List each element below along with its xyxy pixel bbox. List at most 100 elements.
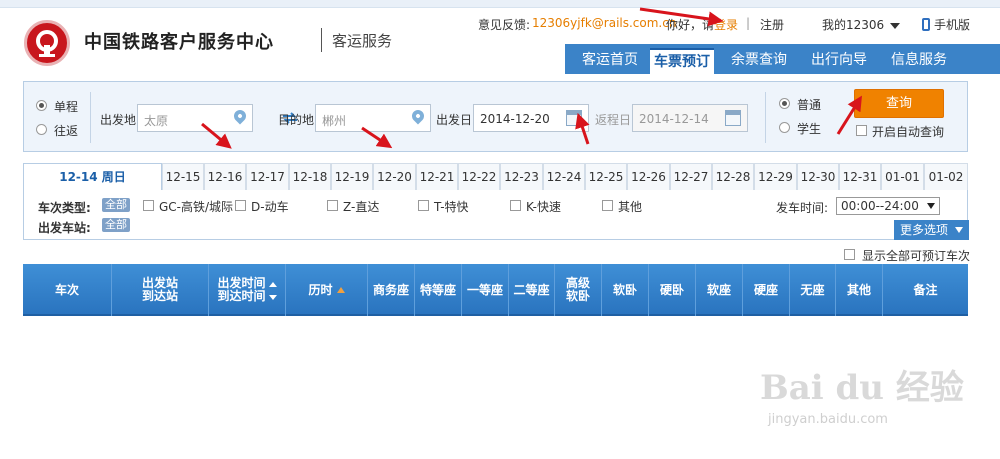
- sort-asc-icon[interactable]: [268, 282, 277, 287]
- ticket-student-radio[interactable]: [779, 122, 790, 133]
- chevron-down-icon: [955, 227, 963, 233]
- mobile-link[interactable]: 手机版: [922, 16, 970, 33]
- date-tab[interactable]: 12-14 周日: [23, 163, 162, 191]
- date-tab[interactable]: 12-30: [797, 163, 839, 190]
- filter-t-checkbox[interactable]: [418, 200, 429, 211]
- filter-d-checkbox[interactable]: [235, 200, 246, 211]
- date-tab[interactable]: 12-15: [162, 163, 204, 190]
- filter-other-checkbox[interactable]: [602, 200, 613, 211]
- filter-t-label: T-特快: [434, 200, 469, 214]
- date-tab[interactable]: 12-19: [331, 163, 373, 190]
- col-depart-time-text: 出发时间: [217, 276, 266, 290]
- date-tab[interactable]: 12-26: [627, 163, 670, 190]
- to-label: 目的地: [278, 113, 315, 127]
- col-deluxe-2: 软卧: [565, 289, 590, 303]
- calendar-icon[interactable]: [566, 110, 582, 126]
- station-all-tag[interactable]: 全部: [102, 218, 130, 232]
- col-no-seat: 无座: [789, 264, 835, 316]
- date-tab[interactable]: 12-24: [543, 163, 585, 190]
- chevron-down-icon: [890, 22, 901, 29]
- show-all-label: 显示全部可预订车次: [862, 249, 971, 263]
- location-pin-icon[interactable]: [409, 107, 427, 125]
- date-tab[interactable]: 12-21: [416, 163, 458, 190]
- auto-query-checkbox[interactable]: [856, 125, 867, 136]
- date-tab[interactable]: 12-17: [246, 163, 289, 190]
- date-tab[interactable]: 12-23: [500, 163, 543, 190]
- date-tab[interactable]: 12-22: [458, 163, 500, 190]
- col-duration[interactable]: 历时: [285, 264, 367, 316]
- feedback-label: 意见反馈:: [478, 18, 531, 32]
- filter-gc-checkbox[interactable]: [143, 200, 154, 211]
- result-table-header: 车次 出发站 到达站 出发时间 到达时间 历时 商务座 特等座 一等座 二等座 高级…: [23, 264, 968, 316]
- filter-k-checkbox[interactable]: [510, 200, 521, 211]
- depart-time-select[interactable]: 00:00--24:00: [836, 197, 940, 215]
- register-link[interactable]: 注册: [760, 16, 784, 33]
- col-duration-text: 历时: [308, 282, 333, 297]
- phone-icon: [922, 18, 930, 31]
- date-tab[interactable]: 01-02: [924, 163, 968, 190]
- nav-home[interactable]: 客运首页: [571, 48, 649, 74]
- login-link[interactable]: 登录: [714, 16, 738, 33]
- main-nav: 客运首页 车票预订 余票查询 出行向导 信息服务: [565, 44, 1000, 74]
- divider: [90, 92, 91, 143]
- ticket-normal-radio[interactable]: [779, 98, 790, 109]
- brand-subtitle: 客运服务: [332, 32, 393, 50]
- filter-z-checkbox[interactable]: [327, 200, 338, 211]
- col-times[interactable]: 出发时间 到达时间: [208, 264, 285, 316]
- station-label: 出发车站:: [38, 221, 91, 235]
- date-tab[interactable]: 12-28: [712, 163, 754, 190]
- to-station-value: 郴州: [322, 114, 347, 128]
- depart-date-input[interactable]: 2014-12-20: [473, 104, 589, 132]
- oneway-radio[interactable]: [36, 100, 47, 111]
- col-stations: 出发站 到达站: [111, 264, 208, 316]
- nav-travel-guide[interactable]: 出行向导: [803, 48, 875, 74]
- nav-info-service[interactable]: 信息服务: [883, 48, 955, 74]
- depart-time-value: 00:00--24:00: [841, 199, 919, 213]
- divider: [765, 92, 766, 143]
- greeting-text: 你好，请: [666, 18, 715, 32]
- roundtrip-label: 往返: [54, 124, 79, 138]
- date-tab[interactable]: 12-31: [839, 163, 881, 190]
- nav-remaining-tickets[interactable]: 余票查询: [723, 48, 795, 74]
- more-options-button[interactable]: 更多选项: [894, 220, 969, 240]
- brand-title: 中国铁路客户服务中心: [84, 32, 274, 53]
- sort-asc-icon: [336, 287, 345, 293]
- calendar-icon[interactable]: [725, 110, 741, 126]
- col-note: 备注: [882, 264, 968, 316]
- mobile-label: 手机版: [934, 18, 971, 32]
- train-type-all-tag[interactable]: 全部: [102, 198, 130, 212]
- top-strip: [0, 0, 1000, 8]
- railway-logo-icon: [24, 20, 70, 66]
- date-tab[interactable]: 12-27: [670, 163, 712, 190]
- more-options-label: 更多选项: [900, 223, 949, 237]
- filter-other-label: 其他: [618, 200, 643, 214]
- nav-book-tickets[interactable]: 车票预订: [650, 48, 714, 74]
- auto-query-label: 开启自动查询: [872, 125, 945, 139]
- date-tab[interactable]: 01-01: [881, 163, 924, 190]
- to-station-input[interactable]: 郴州: [315, 104, 431, 132]
- query-button[interactable]: 查询: [854, 89, 944, 118]
- date-tab[interactable]: 12-18: [289, 163, 331, 190]
- return-date-value: 2014-12-14: [639, 112, 709, 126]
- date-tab[interactable]: 12-25: [585, 163, 627, 190]
- my12306-menu[interactable]: 我的12306: [822, 16, 901, 33]
- from-station-input[interactable]: 太原: [137, 104, 253, 132]
- roundtrip-radio[interactable]: [36, 124, 47, 135]
- show-all-checkbox[interactable]: [844, 249, 855, 260]
- date-tab[interactable]: 12-29: [754, 163, 797, 190]
- col-business: 商务座: [367, 264, 414, 316]
- feedback-email-link[interactable]: 12306yjfk@rails.com.cn: [532, 16, 676, 30]
- return-date-input[interactable]: 2014-12-14: [632, 104, 748, 132]
- filter-z-label: Z-直达: [343, 200, 380, 214]
- col-second-class: 二等座: [508, 264, 554, 316]
- train-type-label: 车次类型:: [38, 201, 91, 215]
- col-train-no[interactable]: 车次: [23, 264, 111, 316]
- col-first-class: 一等座: [461, 264, 508, 316]
- baidu-watermark: Bai du 经验 jingyan.baidu.com: [760, 360, 990, 450]
- date-tab[interactable]: 12-16: [204, 163, 246, 190]
- location-pin-icon[interactable]: [231, 107, 249, 125]
- date-tab[interactable]: 12-20: [373, 163, 416, 190]
- sort-desc-icon[interactable]: [268, 295, 277, 300]
- return-date-label: 返程日: [595, 113, 632, 127]
- col-soft-seat: 软座: [695, 264, 742, 316]
